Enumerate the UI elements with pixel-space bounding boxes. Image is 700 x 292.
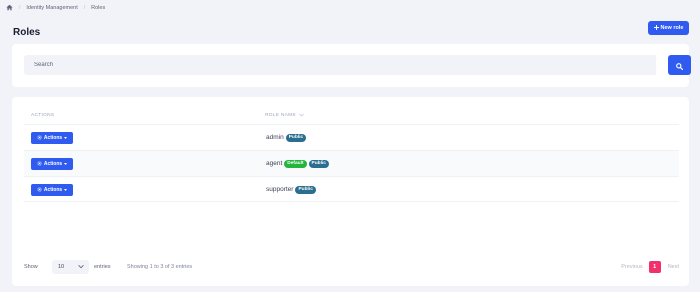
gear-icon	[37, 160, 42, 168]
new-role-label: New role	[660, 25, 684, 31]
actions-dropdown-button[interactable]: Actions	[31, 158, 73, 170]
public-badge: Public	[308, 159, 329, 168]
default-badge: Default	[284, 159, 307, 168]
search-icon	[676, 58, 684, 73]
breadcrumb-identity-management[interactable]: Identity Management	[26, 5, 77, 11]
entries-info: Showing 1 to 3 of 3 entries	[127, 264, 193, 270]
role-name: admin	[266, 134, 284, 141]
public-badge: Public	[295, 185, 316, 194]
page-1-button[interactable]: 1	[648, 261, 661, 273]
actions-dropdown-button[interactable]: Actions	[31, 184, 73, 196]
public-badge: Public	[285, 133, 307, 142]
pagination: Previous 1 Next	[621, 261, 679, 273]
actions-dropdown-button[interactable]: Actions	[31, 132, 73, 144]
column-header-role-name[interactable]: ROLE NAME	[265, 113, 304, 119]
entries-per-page-select[interactable]: 10	[52, 260, 89, 274]
show-label: Show	[24, 264, 38, 270]
actions-label: Actions	[43, 187, 63, 193]
next-page-button[interactable]: Next	[668, 264, 679, 270]
role-name-cell: supporter Public	[266, 177, 316, 202]
column-header-role-name-label: ROLE NAME	[265, 113, 296, 118]
entries-value: 10	[58, 264, 65, 270]
new-role-button[interactable]: New role	[648, 21, 689, 35]
plus-icon	[653, 24, 659, 32]
entries-label: entries	[94, 264, 111, 270]
chevron-down-icon	[78, 264, 84, 271]
home-icon[interactable]	[6, 4, 13, 11]
caret-down-icon	[64, 187, 68, 193]
role-name: agent	[266, 160, 283, 167]
caret-down-icon	[64, 161, 68, 167]
breadcrumb: / Identity Management / Roles	[6, 3, 105, 12]
search-input[interactable]	[24, 55, 656, 75]
caret-down-icon	[64, 135, 68, 141]
actions-label: Actions	[43, 135, 63, 141]
role-name: supporter	[266, 186, 294, 193]
gear-icon	[37, 134, 42, 142]
actions-label: Actions	[43, 161, 63, 167]
table-footer: Show 10 entries Showing 1 to 3 of 3 entr…	[24, 260, 679, 274]
breadcrumb-roles: Roles	[91, 4, 106, 11]
page-title: Roles	[13, 27, 41, 38]
roles-table-card: ACTIONS ROLE NAME Actions admin Public A…	[12, 97, 689, 286]
previous-page-button[interactable]: Previous	[621, 264, 642, 270]
gear-icon	[37, 186, 42, 194]
breadcrumb-separator: /	[19, 4, 21, 11]
role-name-cell: admin Public	[266, 125, 307, 150]
search-card	[12, 44, 691, 87]
table-row: Actions agent Default Public	[24, 150, 679, 176]
search-button[interactable]	[668, 55, 691, 75]
chevron-down-icon	[299, 113, 304, 119]
table-row: Actions admin Public	[24, 124, 679, 150]
table-header: ACTIONS ROLE NAME	[24, 108, 679, 123]
column-header-actions: ACTIONS	[31, 113, 55, 118]
role-name-cell: agent Default Public	[266, 151, 329, 176]
breadcrumb-separator: /	[83, 4, 86, 11]
table-row: Actions supporter Public	[24, 176, 679, 202]
